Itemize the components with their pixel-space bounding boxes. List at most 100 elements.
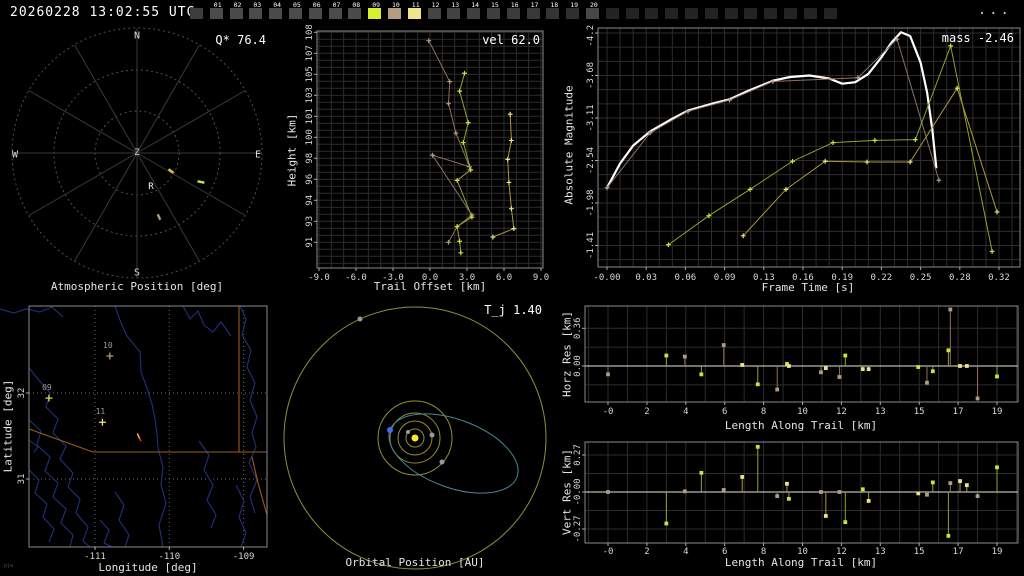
frame-number: 19 bbox=[570, 1, 579, 9]
compass-south-label: S bbox=[133, 267, 141, 279]
frame-thumb[interactable] bbox=[605, 8, 619, 19]
frame-thumb-16[interactable]: 16 bbox=[506, 1, 520, 19]
frame-number: 03 bbox=[253, 1, 262, 9]
frame-thumb-11[interactable]: 11 bbox=[407, 1, 421, 19]
series-site-11 bbox=[740, 85, 1000, 239]
frame-thumb[interactable] bbox=[803, 8, 817, 19]
frame-thumb[interactable] bbox=[784, 8, 797, 19]
frame-thumb-13[interactable]: 13 bbox=[447, 1, 461, 19]
frame-number: 20 bbox=[590, 1, 598, 9]
polar-title: Atmospheric Position [deg] bbox=[50, 280, 224, 293]
frame-thumb-20[interactable]: 20 bbox=[586, 1, 599, 19]
frame-number: 11 bbox=[411, 1, 420, 9]
svg-text:91: 91 bbox=[305, 237, 315, 248]
planet-mercury bbox=[406, 430, 410, 434]
plot-frame bbox=[584, 305, 1019, 403]
frame-thumb-02[interactable]: 02 bbox=[229, 1, 243, 19]
frame-thumb[interactable] bbox=[823, 8, 837, 19]
frame-thumb[interactable] bbox=[724, 8, 738, 19]
grid bbox=[598, 28, 1020, 267]
q-star-badge: Q* 76.4 bbox=[215, 33, 266, 47]
frame-number: 10 bbox=[392, 1, 400, 9]
svg-text:-4.24: -4.24 bbox=[586, 25, 596, 47]
orbit-title: Orbital Position [AU] bbox=[345, 556, 485, 569]
svg-text:10: 10 bbox=[797, 407, 808, 417]
frame-thumb-12[interactable]: 12 bbox=[427, 1, 441, 19]
axis-ticks: -9.0 -6.0 -3.0 0.0 3.0 6.0 9.01081071051031011… bbox=[305, 25, 549, 283]
svg-text:32: 32 bbox=[17, 388, 27, 399]
svg-text:15: 15 bbox=[914, 407, 925, 417]
frame-strip: 01 02 03 04 05 06 07 08 09 10 11 12 13 14 15 16 17 18 19 20 bbox=[0, 0, 1024, 25]
frame-thumb-14[interactable]: 14 bbox=[467, 1, 481, 19]
frame-number: 02 bbox=[233, 1, 242, 9]
frame-thumb-01[interactable]: 01 bbox=[209, 1, 223, 19]
frame-thumb-18[interactable]: 18 bbox=[546, 1, 560, 19]
frame-number: 08 bbox=[352, 1, 361, 9]
svg-text:19: 19 bbox=[992, 547, 1003, 557]
svg-text:0.36: 0.36 bbox=[573, 317, 583, 339]
svg-text:-109: -109 bbox=[233, 552, 255, 562]
station-marker-10: 10 bbox=[103, 341, 114, 360]
frame-thumb-06[interactable]: 06 bbox=[308, 1, 322, 19]
frame-number: 01 bbox=[213, 1, 222, 9]
svg-text:19: 19 bbox=[992, 407, 1003, 417]
frame-thumb[interactable] bbox=[645, 8, 659, 19]
frame-number: 12 bbox=[431, 1, 440, 9]
svg-text:-6.0: -6.0 bbox=[345, 273, 367, 283]
sun bbox=[411, 434, 419, 442]
svg-text:31: 31 bbox=[17, 474, 27, 485]
svg-text:8: 8 bbox=[761, 407, 766, 417]
svg-text:105: 105 bbox=[305, 66, 315, 82]
horizontal-residuals-panel: -0 2 4 6 8 10 12 13 15 17 19 0.36 0.00 Horz Res [km]… bbox=[560, 295, 1024, 440]
frame-thumb[interactable] bbox=[685, 8, 698, 19]
frame-number: 04 bbox=[273, 1, 282, 9]
svg-text:-1.98: -1.98 bbox=[586, 189, 596, 216]
svg-text:0.09: 0.09 bbox=[714, 273, 736, 283]
rivers bbox=[0, 305, 258, 548]
planet-venus bbox=[429, 432, 435, 438]
svg-text:6: 6 bbox=[722, 407, 727, 417]
svg-text:0.06: 0.06 bbox=[675, 273, 697, 283]
light-curve-panel: -0.00 0.03 0.06 0.09 0.13 0.16 0.19 0.22 0.25 0.2… bbox=[560, 25, 1024, 295]
svg-text:93: 93 bbox=[305, 216, 315, 227]
frame-thumb[interactable] bbox=[665, 8, 679, 19]
frame-thumb-09[interactable]: 09 bbox=[368, 1, 382, 19]
frame-thumb-08[interactable]: 08 bbox=[348, 1, 362, 19]
svg-text:11: 11 bbox=[96, 407, 106, 416]
svg-text:-2.54: -2.54 bbox=[586, 147, 596, 174]
overflow-menu-icon[interactable]: ... bbox=[978, 2, 1012, 18]
frame-thumb-07[interactable]: 07 bbox=[328, 1, 342, 19]
frame-thumb[interactable] bbox=[625, 8, 639, 19]
frame-thumb-04[interactable]: 04 bbox=[269, 1, 283, 19]
station-marker-09: 09 bbox=[42, 383, 53, 402]
vert-res-y-axis-title: Vert Res [km] bbox=[560, 448, 574, 536]
svg-text:0.00: 0.00 bbox=[573, 355, 583, 377]
svg-text:10: 10 bbox=[103, 341, 113, 350]
meteor-ground-track bbox=[136, 433, 142, 442]
frame-thumb-17[interactable]: 17 bbox=[526, 1, 540, 19]
plot-frame bbox=[28, 305, 268, 548]
frame-thumb[interactable] bbox=[704, 8, 718, 19]
frame-thumb[interactable] bbox=[744, 8, 758, 19]
compass-east-label: E bbox=[254, 149, 262, 161]
frame-thumb[interactable] bbox=[190, 8, 203, 19]
svg-text:100: 100 bbox=[305, 129, 315, 145]
svg-text:12: 12 bbox=[836, 407, 847, 417]
frame-thumb-10[interactable]: 10 bbox=[388, 1, 401, 19]
svg-text:13: 13 bbox=[875, 407, 886, 417]
vertical-residuals-panel: -0 2 4 6 8 10 12 13 15 17 19 0.27 -0.00 -0.27 Vert Re… bbox=[560, 430, 1024, 576]
series-site-10 bbox=[606, 481, 980, 499]
svg-text:4: 4 bbox=[683, 547, 688, 557]
frame-thumb-05[interactable]: 05 bbox=[289, 1, 302, 19]
meteoroid-orbit bbox=[388, 413, 519, 494]
frame-thumb-19[interactable]: 19 bbox=[566, 1, 580, 19]
watermark: pjw bbox=[4, 563, 14, 569]
fit-curve bbox=[605, 31, 938, 189]
svg-text:101: 101 bbox=[305, 108, 315, 124]
series-site-09 bbox=[664, 444, 999, 538]
frame-thumb[interactable] bbox=[764, 8, 778, 19]
map-x-axis-title: Longitude [deg] bbox=[98, 561, 198, 574]
svg-text:96: 96 bbox=[305, 174, 315, 185]
frame-thumb-03[interactable]: 03 bbox=[249, 1, 263, 19]
frame-thumb-15[interactable]: 15 bbox=[487, 1, 500, 19]
